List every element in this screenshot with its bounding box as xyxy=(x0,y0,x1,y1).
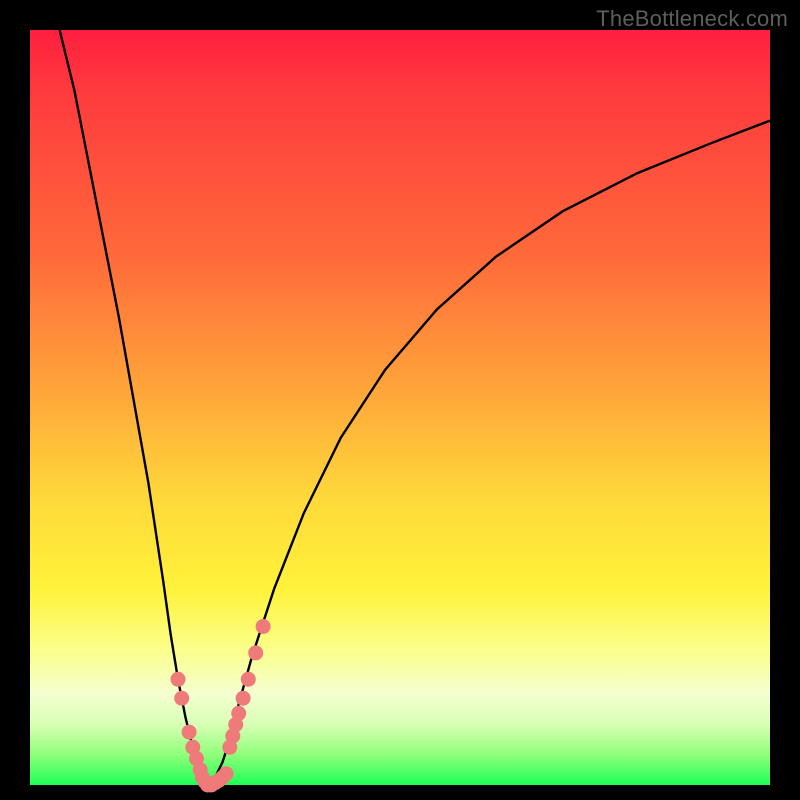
watermark-text: TheBottleneck.com xyxy=(596,6,788,32)
outer-frame: TheBottleneck.com xyxy=(0,0,800,800)
data-marker xyxy=(236,691,250,705)
plot-area xyxy=(30,30,770,785)
data-marker xyxy=(175,691,189,705)
data-marker xyxy=(182,725,196,739)
data-marker xyxy=(256,620,270,634)
curve-svg xyxy=(30,30,770,785)
data-marker xyxy=(171,672,185,686)
curve-left-branch xyxy=(60,30,208,785)
data-marker xyxy=(232,706,246,720)
data-marker xyxy=(249,646,263,660)
data-marker xyxy=(241,672,255,686)
curve-right-branch xyxy=(208,121,770,785)
data-marker xyxy=(219,767,233,781)
